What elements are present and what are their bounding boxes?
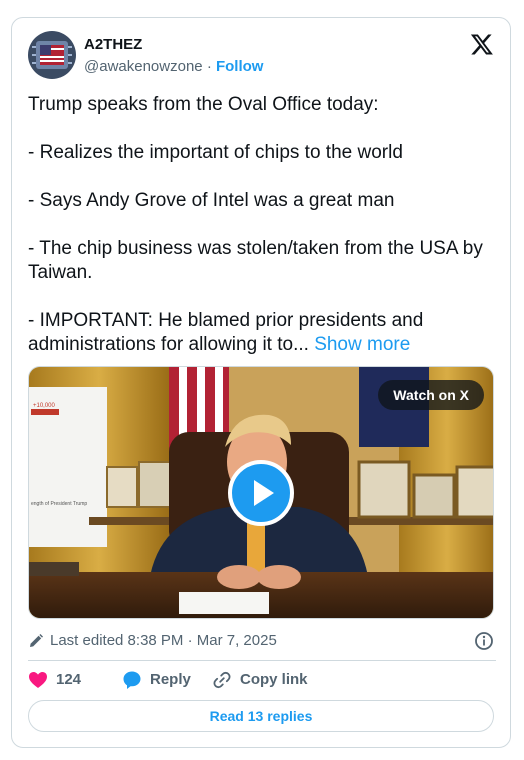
x-logo-icon[interactable]	[470, 32, 494, 56]
tweet-line: - Says Andy Grove of Intel was a great m…	[28, 190, 395, 211]
video-player[interactable]: +10,000 ength of President Trump Watch o…	[28, 366, 494, 619]
info-icon[interactable]	[474, 631, 494, 651]
copy-link-button[interactable]: Copy link	[212, 669, 312, 691]
reply-button[interactable]: Reply	[122, 669, 192, 691]
pencil-icon	[30, 634, 43, 647]
heart-icon	[29, 672, 47, 688]
copy-link-label: Copy link	[240, 671, 308, 688]
reply-label: Reply	[150, 671, 191, 688]
like-count: 124	[56, 671, 82, 688]
display-name[interactable]: A2THEZ	[84, 36, 142, 53]
play-button[interactable]	[228, 460, 294, 526]
link-icon	[213, 671, 231, 689]
tweet-text: Trump speaks from the Oval Office today:…	[28, 93, 496, 357]
tweet-line: Trump speaks from the Oval Office today:	[28, 94, 379, 115]
user-handle[interactable]: @awakenowzone	[84, 58, 203, 75]
like-button[interactable]: 124	[28, 669, 88, 691]
separator-dot: ·	[206, 58, 212, 75]
play-icon	[254, 480, 274, 506]
tweet-line-last: - IMPORTANT: He blamed prior presidents …	[28, 309, 496, 357]
show-more-link[interactable]: Show more	[314, 334, 410, 355]
follow-link[interactable]: Follow	[216, 58, 264, 75]
handle-row: @awakenowzone · Follow	[84, 58, 263, 75]
divider	[28, 660, 496, 661]
read-replies-button[interactable]: Read 13 replies	[28, 700, 494, 732]
watch-on-x-button[interactable]: Watch on X	[378, 380, 484, 410]
tweet-line: - Realizes the important of chips to the…	[28, 142, 403, 163]
last-edited-timestamp[interactable]: Last edited 8:38 PM · Mar 7, 2025	[50, 632, 277, 649]
chart-caption: ength of President Trump	[31, 501, 87, 507]
tweet-embed-card: A2THEZ @awakenowzone · Follow Trump spea…	[11, 17, 511, 748]
chart-snippet: +10,000	[33, 403, 56, 409]
avatar[interactable]	[28, 31, 76, 79]
edited-meta-row: Last edited 8:38 PM · Mar 7, 2025	[28, 630, 496, 652]
tweet-line: - The chip business was stolen/taken fro…	[28, 238, 483, 283]
reply-bubble-icon	[123, 671, 141, 689]
